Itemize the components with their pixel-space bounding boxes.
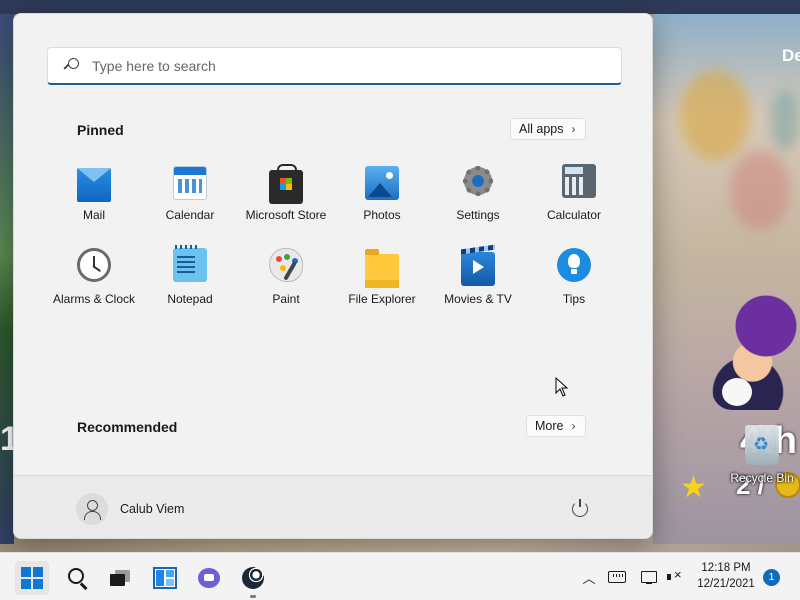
gear-icon <box>461 164 495 198</box>
start-menu: Pinned All apps › Mail Calendar Microsof… <box>13 13 653 539</box>
start-button[interactable] <box>15 561 49 595</box>
task-view-button[interactable] <box>103 561 137 595</box>
widgets-button[interactable] <box>148 561 182 595</box>
all-apps-label: All apps <box>519 122 564 136</box>
windows-logo-icon <box>21 567 43 589</box>
pinned-app-label: Microsoft Store <box>245 208 327 222</box>
pinned-app-label: Notepad <box>167 292 213 306</box>
recycle-bin-desktop-icon[interactable]: Recycle Bin <box>724 425 800 485</box>
pinned-app-photos[interactable]: Photos <box>334 164 430 234</box>
lightbulb-icon <box>557 248 591 282</box>
pinned-app-label: Movies & TV <box>444 292 512 306</box>
calculator-icon <box>562 164 596 198</box>
user-name: Calub Viem <box>120 502 185 516</box>
notepad-icon <box>173 245 207 282</box>
steam-icon <box>242 567 264 589</box>
pinned-app-label: File Explorer <box>348 292 416 306</box>
recommended-section-title: Recommended <box>77 419 178 435</box>
clock-time: 12:18 PM <box>701 562 751 574</box>
network-button[interactable] <box>638 553 660 600</box>
pinned-app-tips[interactable]: Tips <box>526 248 622 318</box>
volume-muted-icon <box>667 567 682 583</box>
more-label: More <box>535 419 564 433</box>
chat-button[interactable] <box>192 561 226 595</box>
pinned-app-notepad[interactable]: Notepad <box>142 245 238 318</box>
chevron-right-icon: › <box>571 419 576 433</box>
pinned-app-label: Photos <box>363 208 401 222</box>
wallpaper-top-strip <box>0 0 800 14</box>
pinned-app-movies-tv[interactable]: Movies & TV <box>430 248 526 318</box>
pinned-app-settings[interactable]: Settings <box>430 164 526 234</box>
mouse-cursor-icon <box>555 376 569 397</box>
pinned-app-label: Calculator <box>546 208 602 222</box>
taskbar-clock[interactable]: 12:18 PM 12/21/2021 <box>694 560 758 592</box>
wallpaper-character-blob <box>770 90 800 150</box>
chat-icon <box>198 568 220 588</box>
keyboard-icon <box>608 571 626 583</box>
taskbar: ︿ 12:18 PM 12/21/2021 1 <box>0 552 800 600</box>
taskbar-search-button[interactable] <box>60 561 94 595</box>
folder-icon <box>365 249 399 288</box>
input-indicator-button[interactable] <box>606 553 628 600</box>
task-view-icon <box>110 570 130 586</box>
clock-date: 12/21/2021 <box>697 578 755 590</box>
wallpaper-character-glove <box>722 378 752 406</box>
wallpaper-character-blob <box>730 150 790 230</box>
calendar-icon <box>173 166 207 200</box>
steam-taskbar-button[interactable] <box>236 561 270 598</box>
pinned-app-alarms-clock[interactable]: Alarms & Clock <box>46 248 142 318</box>
wallpaper-text: De <box>782 46 800 65</box>
film-play-icon <box>461 252 495 286</box>
widgets-icon <box>153 567 177 589</box>
start-search-box[interactable] <box>47 47 622 85</box>
search-icon <box>64 57 80 74</box>
notification-badge[interactable]: 1 <box>763 569 780 586</box>
star-icon: ★ <box>680 471 707 504</box>
pinned-app-label: Mail <box>82 208 105 222</box>
volume-button[interactable] <box>664 553 684 600</box>
pinned-app-calculator[interactable]: Calculator <box>526 164 622 234</box>
pinned-app-microsoft-store[interactable]: Microsoft Store <box>238 164 334 234</box>
search-icon <box>68 568 84 584</box>
user-avatar-icon <box>76 493 108 525</box>
paint-palette-icon <box>269 248 303 282</box>
pinned-app-file-explorer[interactable]: File Explorer <box>334 248 430 318</box>
all-apps-button[interactable]: All apps › <box>510 118 587 140</box>
show-hidden-icons-button[interactable]: ︿ <box>580 553 598 600</box>
wallpaper-character-blob <box>680 70 750 160</box>
start-menu-footer: Calub Viem <box>14 475 652 538</box>
chevron-up-icon: ︿ <box>582 570 596 586</box>
clock-icon <box>77 248 111 282</box>
pinned-app-label: Tips <box>562 292 586 306</box>
calculator-icon-wrap <box>562 164 596 198</box>
pinned-app-label: Settings <box>456 208 500 222</box>
pinned-app-label: Paint <box>272 292 300 306</box>
pinned-app-mail[interactable]: Mail <box>46 164 142 234</box>
pinned-section-title: Pinned <box>77 122 124 138</box>
store-icon <box>269 164 303 204</box>
pinned-app-label: Alarms & Clock <box>52 292 135 306</box>
more-button[interactable]: More › <box>526 415 587 437</box>
pinned-app-label: Calendar <box>165 208 215 222</box>
recycle-bin-icon <box>745 425 779 465</box>
user-account-button[interactable]: Calub Viem <box>76 493 184 525</box>
pinned-app-paint[interactable]: Paint <box>238 248 334 318</box>
photos-icon <box>365 166 399 200</box>
power-icon[interactable] <box>572 499 588 517</box>
recycle-bin-label: Recycle Bin <box>730 471 794 485</box>
chevron-right-icon: › <box>571 122 576 136</box>
pinned-app-calendar[interactable]: Calendar <box>142 164 238 234</box>
start-search-input[interactable] <box>92 57 572 74</box>
mail-icon <box>77 168 111 202</box>
wallpaper-left-edge <box>0 14 14 544</box>
network-icon <box>641 571 657 584</box>
